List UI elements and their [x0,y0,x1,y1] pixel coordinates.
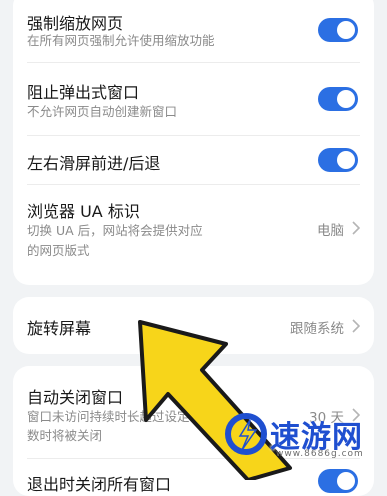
setting-title: 旋转屏幕 [27,319,92,338]
chevron-right-icon [352,319,360,333]
setting-subtitle: 在所有网页强制允许使用缩放功能 [27,33,215,48]
setting-title: 退出时关闭所有窗口 [27,475,172,494]
swipe-nav-toggle[interactable] [318,148,358,172]
setting-block-popups[interactable]: 阻止弹出式窗口 不允许网页自动创建新窗口 [13,63,374,135]
setting-swipe-nav[interactable]: 左右滑屏前进/后退 [13,136,374,184]
setting-browser-ua[interactable]: 浏览器 UA 标识 切换 UA 后，网站将会提供对应 的网页版式 电脑 [13,185,374,275]
setting-title: 自动关闭窗口 [27,388,124,407]
setting-subtitle-line2: 数时将被关闭 [27,428,103,443]
setting-title: 浏览器 UA 标识 [27,202,140,221]
settings-card-general: 强制缩放网页 在所有网页强制允许使用缩放功能 阻止弹出式窗口 不允许网页自动创建… [13,0,374,285]
close-all-toggle[interactable] [318,469,358,493]
watermark-url: www.8686g.com [276,449,364,459]
block-popups-toggle[interactable] [318,87,358,111]
setting-value: 电脑 [317,223,344,239]
chevron-right-icon [352,221,360,235]
force-zoom-toggle[interactable] [318,18,358,42]
setting-subtitle-line1: 窗口未访问持续时长超过设定 [27,409,190,424]
setting-subtitle-line2: 的网页版式 [27,243,90,258]
speed-logo-icon [225,413,267,455]
setting-close-all-on-exit[interactable]: 退出时关闭所有窗口 [13,459,374,496]
setting-subtitle-line1: 切换 UA 后，网站将会提供对应 [27,223,203,238]
setting-title: 阻止弹出式窗口 [27,83,140,102]
setting-value: 跟随系统 [290,321,344,337]
setting-force-zoom[interactable]: 强制缩放网页 在所有网页强制允许使用缩放功能 [13,0,374,62]
setting-subtitle: 不允许网页自动创建新窗口 [27,104,178,119]
settings-card-rotate: 旋转屏幕 跟随系统 [13,297,374,354]
setting-title: 左右滑屏前进/后退 [27,154,161,173]
setting-rotate-screen[interactable]: 旋转屏幕 跟随系统 [13,297,374,354]
